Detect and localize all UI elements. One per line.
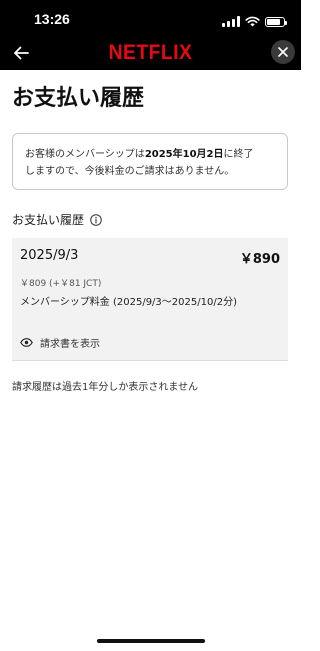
cellular-signal-icon [222, 16, 240, 27]
history-section-title: お支払い履歴 [12, 213, 85, 227]
history-amount: ￥890 [239, 252, 280, 267]
status-icons [222, 12, 287, 31]
history-section-header: お支払い履歴 [12, 211, 102, 228]
membership-notice: お客様のメンバーシップは2025年10月2日に終了 しますので、今後料金のご請求… [12, 133, 288, 190]
netflix-logo: NETFLIX [108, 41, 193, 64]
notice-prefix: お客様のメンバーシップは [25, 149, 145, 160]
eye-icon [20, 338, 33, 347]
info-icon[interactable] [90, 213, 102, 226]
notice-suffix: に終了 [223, 149, 254, 160]
nav-bar: NETFLIX [0, 36, 301, 70]
history-footer-note: 請求履歴は過去1年分しか表示されません [12, 382, 199, 393]
view-invoice-label: 請求書を表示 [40, 339, 100, 350]
status-bar: 13:26 [0, 0, 301, 36]
history-description: メンバーシップ料金 (2025/9/3～2025/10/2分) [20, 297, 237, 308]
battery-level [267, 18, 280, 25]
history-date: 2025/9/3 [20, 248, 79, 263]
status-time: 13:26 [34, 11, 70, 27]
page-title: お支払い履歴 [12, 86, 145, 111]
history-item: 2025/9/3 ￥890 ￥809 (+￥81 JCT) メンバーシップ料金 … [12, 238, 288, 361]
close-button[interactable] [271, 40, 295, 64]
home-indicator[interactable] [97, 639, 205, 643]
view-invoice-link[interactable]: 請求書を表示 [20, 335, 100, 350]
notice-line2: しますので、今後料金のご請求はありません。 [25, 166, 235, 177]
history-tax-detail: ￥809 (+￥81 JCT) [20, 279, 102, 289]
wifi-icon [245, 12, 260, 31]
close-icon [278, 47, 288, 57]
battery-icon [265, 16, 287, 27]
notice-end-date: 2025年10月2日 [144, 149, 224, 160]
